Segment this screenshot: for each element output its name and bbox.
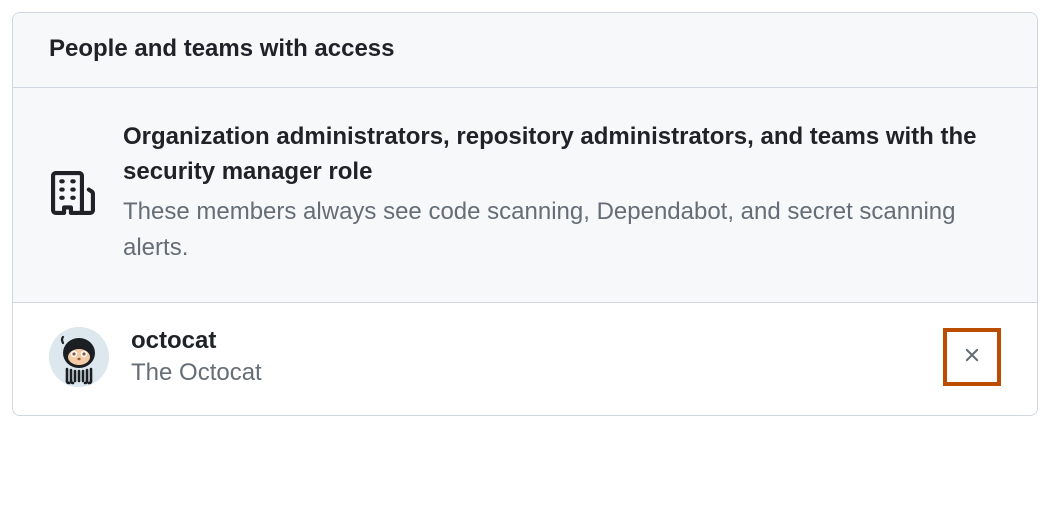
admin-info-text: Organization administrators, repository … <box>123 120 1001 266</box>
panel-header: People and teams with access <box>13 13 1037 88</box>
user-username[interactable]: octocat <box>131 325 921 356</box>
admin-info-subtext: These members always see code scanning, … <box>123 194 1001 266</box>
avatar[interactable] <box>49 327 109 387</box>
panel-title: People and teams with access <box>49 35 1001 63</box>
user-display-name: The Octocat <box>131 356 921 390</box>
close-icon <box>961 344 983 369</box>
access-panel: People and teams with access Organizatio… <box>12 12 1038 416</box>
admin-info-row: Organization administrators, repository … <box>13 88 1037 303</box>
user-text: octocat The Octocat <box>131 325 921 390</box>
organization-icon <box>49 169 97 217</box>
remove-user-button[interactable] <box>943 328 1001 386</box>
user-row: octocat The Octocat <box>13 303 1037 416</box>
admin-info-heading: Organization administrators, repository … <box>123 120 1001 190</box>
